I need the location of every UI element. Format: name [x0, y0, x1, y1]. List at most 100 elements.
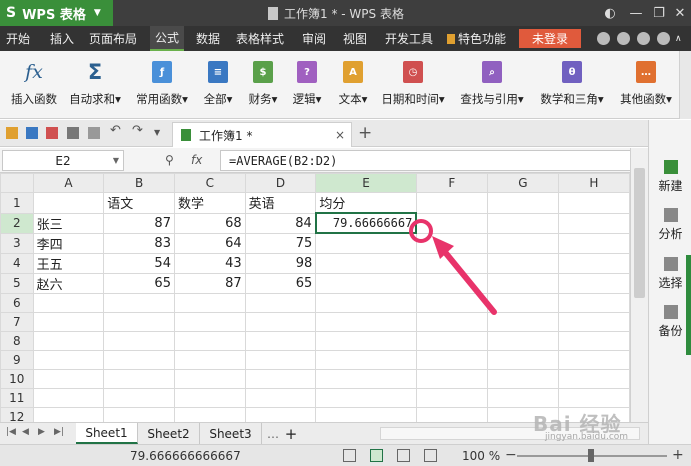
menu-view[interactable]: 视图: [343, 26, 367, 51]
spreadsheet-grid[interactable]: A B C D E F G H 1 语文 数学 英语 均分 2 张三 87 68 84 79.66666667 3 李四…: [0, 173, 630, 422]
cell-b2[interactable]: 87: [103, 212, 175, 234]
name-box[interactable]: E2 ▼: [2, 150, 124, 171]
cell-g2[interactable]: [486, 212, 559, 234]
other-functions-button[interactable]: … 其他函数▾: [616, 55, 676, 115]
close-tab-icon[interactable]: ×: [335, 128, 345, 142]
menu-page-layout[interactable]: 页面布局: [89, 26, 137, 51]
cell-a9[interactable]: [32, 349, 105, 370]
cell-h10[interactable]: [557, 368, 630, 389]
menu-developer[interactable]: 开发工具: [385, 26, 433, 51]
cell-a11[interactable]: [32, 387, 105, 408]
close-button[interactable]: ✕: [666, 0, 691, 26]
cell-b9[interactable]: [103, 349, 175, 370]
column-header-a[interactable]: A: [32, 173, 105, 193]
cell-g8[interactable]: [486, 330, 559, 351]
print-icon[interactable]: [67, 127, 79, 139]
cell-f12[interactable]: [415, 406, 488, 422]
cell-h1[interactable]: [557, 192, 630, 214]
cell-e4[interactable]: [315, 252, 417, 274]
cell-d5[interactable]: 65: [244, 272, 317, 294]
row-header[interactable]: 7: [0, 311, 34, 332]
row-header[interactable]: 1: [0, 192, 34, 214]
cell-b10[interactable]: [103, 368, 175, 389]
view-fullscreen-icon[interactable]: [424, 449, 437, 462]
cell-d10[interactable]: [244, 368, 317, 389]
cell-h2[interactable]: [557, 212, 630, 234]
zoom-level[interactable]: 100 %: [462, 449, 500, 463]
cell-f10[interactable]: [415, 368, 488, 389]
help-icon[interactable]: [617, 32, 630, 45]
login-button[interactable]: 未登录: [519, 29, 581, 48]
cell-b7[interactable]: [103, 311, 175, 332]
cell-f2[interactable]: [415, 212, 488, 234]
cell-g7[interactable]: [486, 311, 559, 332]
finance-button[interactable]: $ 财务▾: [243, 55, 283, 115]
next-sheet-icon[interactable]: ▶: [38, 427, 45, 437]
skin-shirt-icon[interactable]: [637, 32, 650, 45]
cell-g5[interactable]: [486, 272, 559, 294]
cell-d1[interactable]: 英语: [244, 192, 317, 214]
cell-c6[interactable]: [173, 292, 246, 313]
cloud-icon[interactable]: [597, 32, 610, 45]
task-backup[interactable]: 备份: [649, 305, 691, 339]
menu-review[interactable]: 审阅: [302, 26, 326, 51]
cell-f5[interactable]: [415, 272, 488, 294]
menu-start[interactable]: 开始: [6, 26, 30, 51]
row-header[interactable]: 12: [0, 406, 34, 422]
menu-insert[interactable]: 插入: [47, 26, 77, 51]
datetime-button[interactable]: ◷ 日期和时间▾: [378, 55, 448, 115]
cell-c1[interactable]: 数学: [173, 192, 246, 214]
row-header[interactable]: 2: [0, 212, 34, 234]
menu-formulas[interactable]: 公式: [150, 26, 185, 51]
cell-c2[interactable]: 68: [173, 212, 246, 234]
cell-c3[interactable]: 64: [173, 232, 246, 254]
select-all-corner[interactable]: [0, 173, 34, 193]
cell-e11[interactable]: [315, 387, 417, 408]
row-header[interactable]: 9: [0, 349, 34, 370]
tab-workbook1[interactable]: 工作簿1 * ×: [172, 122, 352, 147]
view-grid-icon[interactable]: [370, 449, 383, 462]
cell-b1[interactable]: 语文: [103, 192, 175, 214]
cell-a2[interactable]: 张三: [32, 212, 105, 234]
fx-icon[interactable]: fx: [191, 153, 202, 167]
cell-d8[interactable]: [244, 330, 317, 351]
cell-h9[interactable]: [557, 349, 630, 370]
cell-e7[interactable]: [315, 311, 417, 332]
cell-f3[interactable]: [415, 232, 488, 254]
row-header[interactable]: 6: [0, 292, 34, 313]
cell-c11[interactable]: [173, 387, 246, 408]
more-sheets-icon[interactable]: …: [264, 423, 282, 444]
cell-g9[interactable]: [486, 349, 559, 370]
zoom-out-button[interactable]: −: [505, 447, 517, 463]
formula-input[interactable]: =AVERAGE(B2:D2): [220, 150, 646, 171]
cell-g11[interactable]: [486, 387, 559, 408]
cell-d6[interactable]: [244, 292, 317, 313]
row-header[interactable]: 5: [0, 272, 34, 294]
cell-h11[interactable]: [557, 387, 630, 408]
common-functions-button[interactable]: ƒ 常用函数▾: [133, 55, 191, 115]
cell-a3[interactable]: 李四: [32, 232, 105, 254]
cell-f1[interactable]: [415, 192, 488, 214]
cell-b3[interactable]: 83: [103, 232, 175, 254]
math-trig-button[interactable]: θ 数学和三角▾: [536, 55, 608, 115]
column-header-g[interactable]: G: [486, 173, 559, 193]
cell-a4[interactable]: 王五: [32, 252, 105, 274]
cell-h5[interactable]: [557, 272, 630, 294]
cell-b11[interactable]: [103, 387, 175, 408]
sheet-tab-3[interactable]: Sheet3: [200, 423, 262, 444]
print-preview-icon[interactable]: [88, 127, 100, 139]
cell-b4[interactable]: 54: [103, 252, 175, 274]
cell-f8[interactable]: [415, 330, 488, 351]
cell-e3[interactable]: [315, 232, 417, 254]
cell-f9[interactable]: [415, 349, 488, 370]
chat-icon[interactable]: [657, 32, 670, 45]
column-header-d[interactable]: D: [244, 173, 317, 193]
cell-h7[interactable]: [557, 311, 630, 332]
collapse-ribbon-icon[interactable]: ∧: [675, 26, 682, 51]
cell-h4[interactable]: [557, 252, 630, 274]
cell-g4[interactable]: [486, 252, 559, 274]
row-header[interactable]: 8: [0, 330, 34, 351]
autosum-button[interactable]: Σ 自动求和▾: [64, 55, 126, 115]
column-header-h[interactable]: H: [557, 173, 630, 193]
cell-c7[interactable]: [173, 311, 246, 332]
